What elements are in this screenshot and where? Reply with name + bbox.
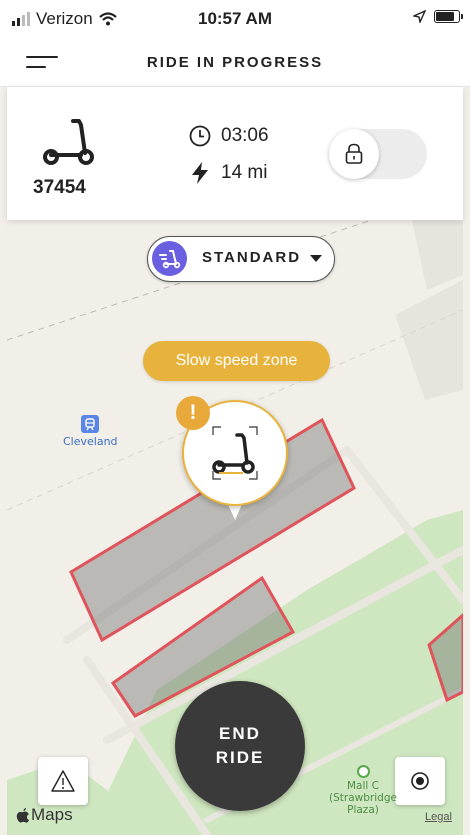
location-target-icon [411,772,429,790]
scooter-icon [43,119,94,165]
range-value: 14 mi [221,162,268,183]
status-bar: Verizon 10:57 AM [0,0,470,40]
legal-link[interactable]: Legal [425,811,452,823]
train-icon [81,415,100,433]
apple-logo-icon [16,808,29,823]
scooter-scan-icon [212,426,258,480]
scooter-id: 37454 [33,177,86,198]
status-time: 10:57 AM [197,9,272,28]
location-arrow-icon [413,10,426,23]
mode-scooter-icon [152,241,187,276]
clock-icon [189,125,211,147]
nav-bar: RIDE IN PROGRESS [0,40,470,87]
lock-icon [345,143,363,164]
poi-mall-c[interactable]: Mall C (Strawbridge Plaza) [318,765,408,816]
report-issue-button[interactable] [38,757,88,805]
duration-value: 03:06 [221,125,269,146]
ride-mode-selector[interactable]: STANDARD [147,236,335,282]
mode-label: STANDARD [202,249,302,266]
park-pin-icon [356,765,370,778]
slow-zone-banner: Slow speed zone [143,341,330,381]
ride-info-panel: 37454 03:06 14 mi [7,87,463,220]
end-ride-label-2: RIDE [215,748,265,767]
warning-triangle-icon [51,770,75,792]
ride-range: 14 mi [189,161,267,185]
app-screen: Verizon 10:57 AM RIDE IN PROGRESS 37454 … [0,0,470,835]
ride-duration: 03:06 [189,125,269,147]
chevron-down-icon [310,255,322,262]
lock-toggle[interactable] [329,129,427,179]
end-ride-button[interactable]: END RIDE [175,681,305,811]
end-ride-label-1: END [219,724,261,743]
maps-brand: Maps [16,805,73,825]
transit-station-marker[interactable]: Cleveland [63,415,118,448]
battery-icon [434,10,463,23]
station-label: Cleveland [63,435,118,448]
warning-badge-icon: ! [176,396,210,430]
page-title: RIDE IN PROGRESS [146,54,324,71]
poi-label: Mall C (Strawbridge Plaza) [329,780,397,816]
lock-toggle-knob[interactable] [329,129,379,179]
bolt-icon [192,162,208,184]
maps-brand-label: Maps [31,805,73,824]
